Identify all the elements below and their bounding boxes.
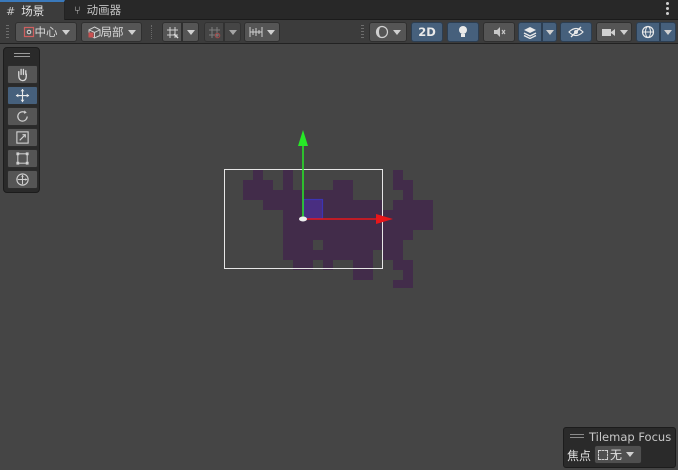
chevron-down-icon <box>61 29 70 35</box>
lighting-toggle[interactable] <box>447 22 479 42</box>
draw-mode-dropdown[interactable] <box>369 22 407 42</box>
move-arrows-icon <box>15 88 30 103</box>
tab-animator-label: 动画器 <box>86 3 122 17</box>
align-dropdown[interactable] <box>244 22 280 42</box>
tilemap-focus-overlay: Tilemap Focus 焦点 无 <box>563 427 676 468</box>
increment-snap-icon <box>208 26 220 38</box>
increment-snap-button[interactable] <box>204 22 224 42</box>
shading-sphere-icon <box>375 25 389 39</box>
effects-toggle[interactable] <box>518 22 542 42</box>
chevron-down-icon <box>626 452 635 457</box>
grid-snap-button[interactable] <box>162 22 182 42</box>
audio-mute-icon <box>494 27 506 37</box>
pivot-dropdown[interactable]: 中心 <box>15 22 77 42</box>
increment-snap-dropdown[interactable] <box>224 22 241 42</box>
rotate-icon <box>17 110 28 122</box>
pivot-icon <box>23 26 34 38</box>
scale-tool-button[interactable] <box>7 128 38 147</box>
space-label: 局部 <box>100 25 124 39</box>
mode-2d-toggle[interactable]: 2D <box>411 22 443 42</box>
gizmo-globe-icon <box>641 25 655 39</box>
camera-dropdown[interactable] <box>596 22 632 42</box>
gizmos-toggle[interactable] <box>636 22 660 42</box>
more-options-icon[interactable] <box>664 2 670 15</box>
scene-canvas[interactable] <box>0 45 678 470</box>
scale-icon <box>16 131 29 144</box>
hidden-objects-toggle[interactable] <box>560 22 592 42</box>
chevron-down-icon <box>127 29 136 35</box>
dashed-box-icon <box>598 449 608 460</box>
focus-label: 焦点 <box>567 449 592 463</box>
overlay-drag-handle[interactable] <box>570 434 584 440</box>
chevron-down-icon <box>267 29 275 35</box>
tab-animator[interactable]: ⑂ 动画器 <box>68 0 129 20</box>
chevron-down-icon <box>393 29 401 35</box>
toolbar-grip[interactable] <box>6 25 9 39</box>
focus-dropdown[interactable]: 无 <box>594 445 642 464</box>
chevron-down-icon <box>619 29 628 35</box>
branch-icon: ⑂ <box>74 3 81 17</box>
transform-all-icon <box>16 173 29 186</box>
rotate-tool-button[interactable] <box>7 107 38 126</box>
overlay-drag-handle[interactable] <box>14 53 30 59</box>
chevron-down-icon <box>664 29 672 35</box>
layers-icon <box>523 26 537 39</box>
lightbulb-icon <box>459 26 467 37</box>
audio-toggle[interactable] <box>483 22 515 42</box>
hand-icon <box>18 68 27 82</box>
tilemap-focus-title: Tilemap Focus <box>589 430 672 444</box>
gizmos-dropdown[interactable] <box>660 22 676 42</box>
grid-snap-dropdown[interactable] <box>182 22 199 42</box>
cube-icon <box>88 25 100 39</box>
chevron-down-icon <box>228 29 237 35</box>
move-tool-button[interactable] <box>7 86 38 105</box>
eye-slash-icon <box>568 26 584 38</box>
focus-value: 无 <box>610 448 623 462</box>
transform-tool-button[interactable] <box>7 170 38 189</box>
pivot-point[interactable] <box>299 216 307 222</box>
tab-bar: # 场景 ⑂ 动画器 <box>0 0 678 20</box>
chevron-down-icon <box>545 29 554 35</box>
effects-dropdown[interactable] <box>542 22 557 42</box>
rect-tool-button[interactable] <box>7 149 38 168</box>
scene-toolbar: 中心 局部 2D <box>0 20 678 44</box>
toolbar-grip[interactable] <box>361 25 364 39</box>
hand-tool-button[interactable] <box>7 65 38 84</box>
rect-handle[interactable] <box>302 198 324 220</box>
tilemap-sprite[interactable] <box>243 170 433 288</box>
align-icon <box>249 27 263 37</box>
tab-scene[interactable]: # 场景 <box>0 0 65 20</box>
mode-2d-label: 2D <box>418 25 436 39</box>
tab-scene-label: 场景 <box>21 4 45 18</box>
scene-viewport[interactable] <box>0 45 678 470</box>
grid-icon: # <box>6 4 16 18</box>
y-axis-arrow-icon[interactable] <box>298 130 308 146</box>
chevron-down-icon <box>186 29 195 35</box>
toolbar-separator <box>151 25 152 39</box>
grid-snap-icon <box>166 26 179 39</box>
space-dropdown[interactable]: 局部 <box>81 22 142 42</box>
rect-transform-icon <box>16 152 29 165</box>
tools-overlay <box>3 47 40 193</box>
camera-icon <box>601 28 615 36</box>
pivot-label: 中心 <box>34 25 58 39</box>
